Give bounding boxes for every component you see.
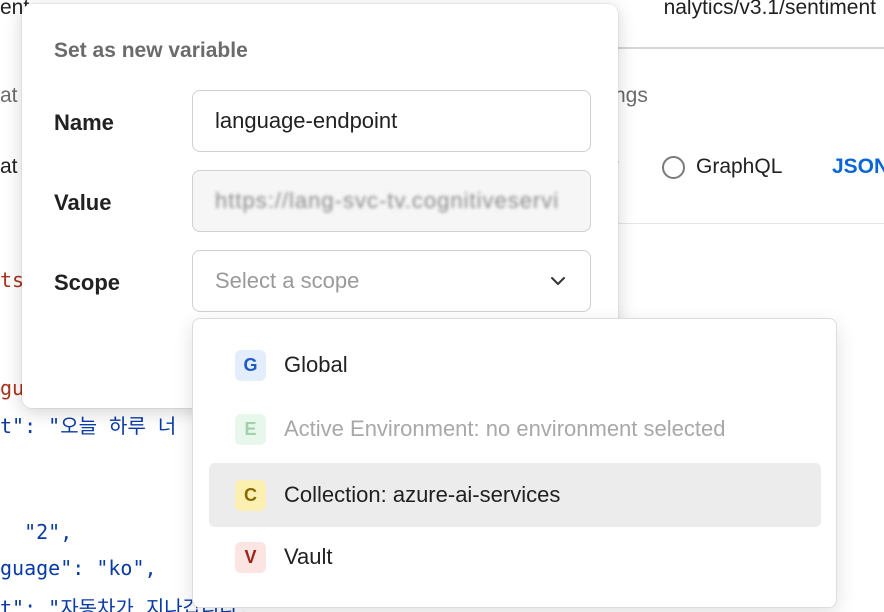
name-label: Name bbox=[54, 110, 114, 135]
scope-option-label: Global bbox=[284, 352, 348, 377]
scope-option-label: Vault bbox=[284, 544, 333, 569]
scope-select-placeholder: Select a scope bbox=[215, 268, 360, 293]
code-line: t": "오늘 하루 너 bbox=[0, 414, 177, 438]
scope-dropdown-menu: G Global E Active Environment: no enviro… bbox=[192, 318, 837, 608]
environment-badge-icon: E bbox=[235, 413, 266, 445]
value-input-value: https://lang-svc-tv.cognitiveservi bbox=[215, 188, 560, 213]
body-divider bbox=[600, 223, 884, 224]
scope-option-environment: E Active Environment: no environment sel… bbox=[209, 397, 821, 461]
vault-badge-icon: V bbox=[235, 541, 266, 573]
scope-option-vault[interactable]: V Vault bbox=[209, 525, 821, 589]
scope-option-label: Collection: azure-ai-services bbox=[284, 482, 561, 507]
code-line: guage": "ko", bbox=[0, 556, 157, 580]
graphql-label[interactable]: GraphQL bbox=[696, 155, 782, 179]
scope-select[interactable]: Select a scope bbox=[192, 250, 591, 312]
json-option[interactable]: JSON bbox=[832, 155, 884, 179]
chevron-down-icon bbox=[551, 277, 565, 285]
value-label: Value bbox=[54, 190, 112, 215]
popover-title: Set as new variable bbox=[54, 39, 248, 62]
scope-option-label: Active Environment: no environment selec… bbox=[284, 416, 726, 441]
url-divider bbox=[600, 47, 884, 49]
code-line: "2", bbox=[0, 520, 73, 544]
code-line: ts bbox=[0, 268, 25, 292]
value-input[interactable]: https://lang-svc-tv.cognitiveservi bbox=[192, 170, 591, 232]
scope-label: Scope bbox=[54, 270, 121, 295]
request-tab-fragment[interactable]: at bbox=[0, 84, 18, 108]
global-badge-icon: G bbox=[235, 349, 266, 381]
tab-settings[interactable]: ngs bbox=[614, 84, 648, 108]
scope-option-collection[interactable]: C Collection: azure-ai-services bbox=[209, 463, 821, 527]
name-input-value: language-endpoint bbox=[215, 108, 398, 133]
graphql-radio[interactable] bbox=[662, 156, 685, 179]
collection-badge-icon: C bbox=[235, 479, 266, 511]
name-input[interactable]: language-endpoint bbox=[192, 90, 591, 152]
scope-option-global[interactable]: G Global bbox=[209, 333, 821, 397]
body-type-fragment: at bbox=[0, 155, 18, 178]
code-line: gu bbox=[0, 376, 25, 400]
request-url-right: nalytics/v3.1/sentiment bbox=[663, 0, 876, 19]
